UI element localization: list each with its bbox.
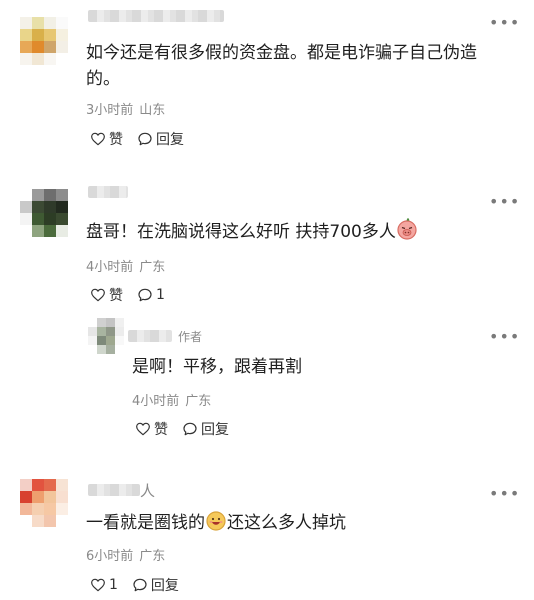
- comment-time: 3小时前: [86, 103, 134, 118]
- reply-button[interactable]: 回复: [182, 419, 229, 439]
- more-horizontal-icon[interactable]: •••: [489, 15, 520, 31]
- heart-outline-icon: [91, 578, 105, 592]
- like-button[interactable]: 赞: [90, 129, 123, 149]
- more-horizontal-icon[interactable]: •••: [489, 329, 520, 345]
- author-tag: 作者: [178, 330, 203, 344]
- comment-time: 4小时前: [86, 260, 134, 275]
- reply-label: 回复: [201, 422, 229, 438]
- speech-bubble-icon: [138, 132, 152, 146]
- comment-meta: 4小时前 广东: [86, 256, 171, 275]
- comment-text: 盘哥！在洗脑说得这么好听 扶持700多人: [86, 217, 506, 248]
- reply-location: 广东: [185, 394, 212, 409]
- comment-time: 6小时前: [86, 549, 134, 564]
- comment-actions: 赞 回复: [90, 129, 198, 149]
- avatar[interactable]: [20, 479, 68, 527]
- comment-text-content: 盘哥！在洗脑说得这么好听 扶持700多人: [86, 222, 396, 242]
- like-button[interactable]: 1: [90, 577, 118, 593]
- comment-location: 广东: [139, 260, 166, 275]
- like-label: 赞: [154, 422, 168, 438]
- comment-meta: 3小时前 山东: [86, 99, 171, 118]
- reply-meta: 4小时前 广东: [132, 390, 217, 409]
- heart-outline-icon: [91, 288, 105, 302]
- comment-meta: 6小时前 广东: [86, 545, 171, 564]
- username-obscured[interactable]: [88, 186, 128, 198]
- reply-button[interactable]: 回复: [132, 575, 179, 595]
- reply-time: 4小时前: [132, 394, 180, 409]
- reply-button[interactable]: 1: [137, 287, 165, 303]
- speech-bubble-icon: [133, 578, 147, 592]
- heart-outline-icon: [136, 422, 150, 436]
- username-obscured[interactable]: [88, 484, 140, 496]
- more-horizontal-icon[interactable]: •••: [489, 194, 520, 210]
- comment-actions: 赞 1: [90, 285, 179, 305]
- avatar[interactable]: [20, 17, 68, 65]
- pig-face-emoji: [396, 217, 418, 248]
- comment-actions: 1 回复: [90, 575, 193, 595]
- comment-location: 山东: [139, 103, 166, 118]
- comment-text: 如今还是有很多假的资金盘。都是电诈骗子自己伪造的。: [86, 43, 477, 89]
- like-label: 赞: [109, 288, 123, 304]
- reply-actions: 赞 回复: [135, 419, 243, 439]
- heart-outline-icon: [91, 132, 105, 146]
- like-button[interactable]: 赞: [90, 285, 123, 305]
- speech-bubble-icon: [183, 422, 197, 436]
- reply-button[interactable]: 回复: [137, 129, 184, 149]
- reply-text: 是啊！平移，跟着再割: [132, 357, 302, 377]
- comment-text-after: 还这么多人掉坑: [227, 513, 346, 533]
- username-suffix[interactable]: 人: [140, 480, 155, 501]
- like-button[interactable]: 赞: [135, 419, 168, 439]
- more-horizontal-icon[interactable]: •••: [489, 486, 520, 502]
- username-obscured[interactable]: [88, 10, 224, 22]
- reply-count: 1: [156, 287, 165, 303]
- comment-text: 一看就是圈钱的 还这么多人掉坑: [86, 509, 506, 539]
- comment-text-before: 一看就是圈钱的: [86, 513, 205, 533]
- speech-bubble-icon: [138, 288, 152, 302]
- avatar[interactable]: [20, 189, 68, 237]
- comment-location: 广东: [139, 549, 166, 564]
- grinning-emoji: [205, 509, 227, 539]
- reply-label: 回复: [156, 132, 184, 148]
- reply-label: 回复: [150, 578, 179, 594]
- like-count: 1: [109, 577, 118, 593]
- avatar[interactable]: [88, 318, 124, 354]
- username-obscured[interactable]: [128, 330, 172, 342]
- like-label: 赞: [109, 132, 123, 148]
